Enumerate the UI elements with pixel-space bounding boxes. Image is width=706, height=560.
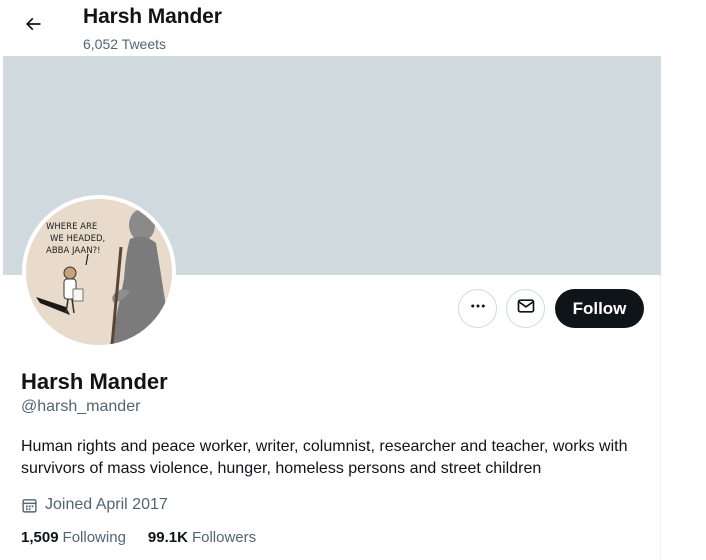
follow-stats: 1,509 Following 99.1K Followers xyxy=(21,529,278,546)
header-tweet-count: 6,052 Tweets xyxy=(83,36,167,52)
avatar[interactable]: WHERE ARE WE HEADED, ABBA JAAN?! xyxy=(22,195,176,349)
following-count: 1,509 xyxy=(21,529,59,546)
message-button[interactable] xyxy=(506,289,545,328)
following-label: Following xyxy=(62,529,126,546)
following-link[interactable]: 1,509 Following xyxy=(21,529,126,546)
followers-count: 99.1K xyxy=(147,529,188,546)
profile-header-bar: Harsh Mander 6,052 Tweets xyxy=(3,0,661,56)
profile-handle: @harsh_mander xyxy=(21,398,141,415)
profile-name: Harsh Mander xyxy=(21,369,168,394)
back-button[interactable] xyxy=(15,8,51,44)
followers-link[interactable]: 99.1K Followers xyxy=(148,529,256,546)
arrow-left-icon xyxy=(23,14,43,39)
joined-date: Joined April 2017 xyxy=(21,494,168,516)
joined-text: Joined April 2017 xyxy=(45,496,168,513)
followers-label: Followers xyxy=(191,529,257,546)
calendar-icon xyxy=(21,496,39,514)
avatar-caption-line: WE HEADED, xyxy=(50,234,105,244)
follow-button[interactable]: Follow xyxy=(555,289,644,328)
profile-bio: Human rights and peace worker, writer, c… xyxy=(21,438,628,477)
more-options-button[interactable] xyxy=(458,289,497,328)
profile-column: Harsh Mander 6,052 Tweets WHERE ARE WE H… xyxy=(3,0,661,560)
more-dots-icon xyxy=(469,297,487,320)
avatar-image: WHERE ARE WE HEADED, ABBA JAAN?! xyxy=(26,199,172,345)
header-profile-name: Harsh Mander xyxy=(83,5,222,28)
envelope-icon xyxy=(516,296,536,321)
avatar-caption-line: WHERE ARE xyxy=(46,222,97,232)
avatar-caption-line: ABBA JAAN?! xyxy=(46,246,101,256)
